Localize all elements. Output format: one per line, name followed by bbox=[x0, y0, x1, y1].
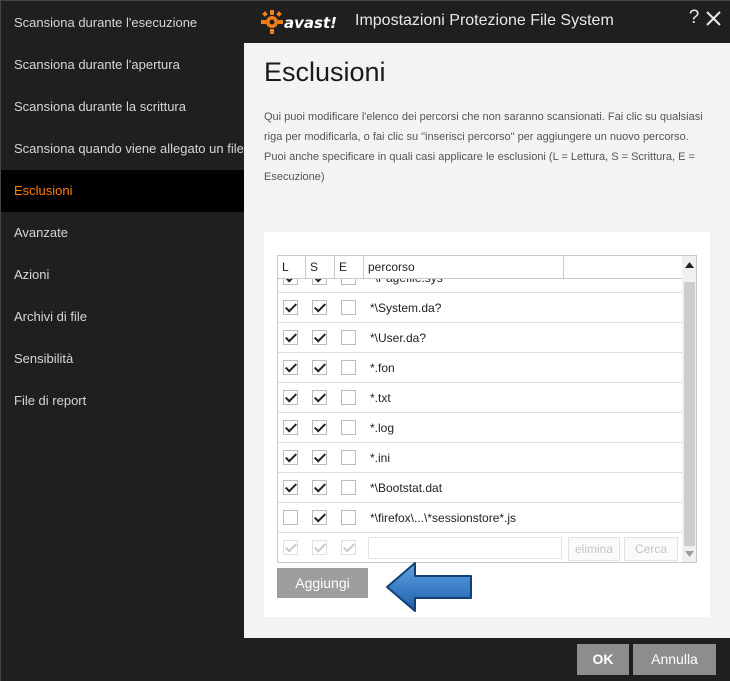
cancel-button[interactable]: Annulla bbox=[633, 644, 716, 675]
column-header-read[interactable]: L bbox=[278, 256, 306, 278]
execute-checkbox[interactable] bbox=[341, 360, 356, 375]
table-row[interactable]: *\User.da? bbox=[278, 323, 682, 353]
sidebar-item-sensitivity[interactable]: Sensibilità bbox=[1, 338, 244, 380]
sidebar-item-actions[interactable]: Azioni bbox=[1, 254, 244, 296]
execute-checkbox[interactable] bbox=[341, 390, 356, 405]
row-path: *\Pagefile.sys bbox=[370, 279, 443, 293]
description: Qui puoi modificare l'elenco dei percors… bbox=[264, 107, 714, 187]
read-checkbox[interactable] bbox=[283, 279, 298, 285]
row-path: *.fon bbox=[370, 361, 395, 375]
table-header: L S E percorso bbox=[278, 256, 682, 279]
write-checkbox[interactable] bbox=[312, 279, 327, 285]
table-body: *\Pagefile.sys *\System.da? *\User.da? bbox=[278, 279, 682, 562]
row-path: *.txt bbox=[370, 391, 391, 405]
vertical-scrollbar[interactable] bbox=[682, 256, 697, 562]
sidebar-item-advanced[interactable]: Avanzate bbox=[1, 212, 244, 254]
row-path: *.log bbox=[370, 421, 395, 435]
browse-button[interactable]: Cerca bbox=[624, 537, 678, 561]
add-button[interactable]: Aggiungi bbox=[277, 568, 368, 598]
read-checkbox[interactable] bbox=[283, 300, 298, 315]
table-row[interactable]: *\Pagefile.sys bbox=[278, 279, 682, 293]
row-path: *\System.da? bbox=[370, 301, 442, 315]
column-header-write[interactable]: S bbox=[306, 256, 335, 278]
scroll-down-icon[interactable] bbox=[682, 546, 697, 562]
settings-window: Scansiona durante l'esecuzione Scansiona… bbox=[0, 0, 730, 681]
sidebar-item-scan-on-open[interactable]: Scansiona durante l'apertura bbox=[1, 44, 244, 86]
scroll-up-icon[interactable] bbox=[682, 256, 697, 274]
write-checkbox[interactable] bbox=[312, 360, 327, 375]
write-checkbox[interactable] bbox=[312, 450, 327, 465]
description-paragraph-1: Qui puoi modificare l'elenco dei percors… bbox=[264, 111, 703, 143]
scroll-thumb[interactable] bbox=[684, 282, 695, 546]
row-path: *\User.da? bbox=[370, 331, 427, 345]
pointer-arrow-icon bbox=[386, 562, 472, 612]
row-path: *.ini bbox=[370, 451, 391, 465]
table-row[interactable]: *\System.da? bbox=[278, 293, 682, 323]
table-row[interactable]: *\firefox\...\*sessionstore*.js bbox=[278, 503, 682, 533]
avast-logo: avast! bbox=[261, 10, 337, 34]
table-row[interactable]: *.txt bbox=[278, 383, 682, 413]
execute-checkbox[interactable] bbox=[341, 330, 356, 345]
sidebar: Scansiona durante l'esecuzione Scansiona… bbox=[1, 1, 244, 681]
read-checkbox[interactable] bbox=[283, 480, 298, 495]
execute-checkbox[interactable] bbox=[341, 480, 356, 495]
table-row[interactable]: *\Bootstat.dat bbox=[278, 473, 682, 503]
execute-checkbox[interactable] bbox=[341, 300, 356, 315]
column-header-path[interactable]: percorso bbox=[364, 256, 564, 278]
sidebar-item-exclusions[interactable]: Esclusioni bbox=[1, 170, 244, 212]
new-write-checkbox[interactable] bbox=[312, 540, 327, 555]
read-checkbox[interactable] bbox=[283, 390, 298, 405]
execute-checkbox[interactable] bbox=[341, 420, 356, 435]
write-checkbox[interactable] bbox=[312, 510, 327, 525]
title-bar: avast! Impostazioni Protezione File Syst… bbox=[244, 1, 730, 43]
exclusions-table: L S E percorso *\Pagefile.sys bbox=[277, 255, 697, 563]
row-path: *\Bootstat.dat bbox=[370, 481, 443, 495]
write-checkbox[interactable] bbox=[312, 300, 327, 315]
execute-checkbox[interactable] bbox=[341, 450, 356, 465]
table-row[interactable]: *.ini bbox=[278, 443, 682, 473]
new-path-input[interactable] bbox=[368, 537, 562, 559]
exclusions-panel: L S E percorso *\Pagefile.sys bbox=[264, 232, 710, 617]
table-row[interactable]: *.fon bbox=[278, 353, 682, 383]
read-checkbox[interactable] bbox=[283, 450, 298, 465]
page-title: Esclusioni bbox=[264, 57, 386, 87]
new-execute-checkbox[interactable] bbox=[341, 540, 356, 555]
read-checkbox[interactable] bbox=[283, 510, 298, 525]
content-area: Esclusioni Qui puoi modificare l'elenco … bbox=[244, 43, 730, 638]
new-read-checkbox[interactable] bbox=[283, 540, 298, 555]
column-header-execute[interactable]: E bbox=[335, 256, 364, 278]
footer: OK Annulla bbox=[244, 638, 730, 681]
new-entry-row: elimina Cerca bbox=[278, 533, 682, 562]
sidebar-item-archives[interactable]: Archivi di file bbox=[1, 296, 244, 338]
window-title: Impostazioni Protezione File System bbox=[355, 12, 614, 29]
read-checkbox[interactable] bbox=[283, 330, 298, 345]
write-checkbox[interactable] bbox=[312, 330, 327, 345]
execute-checkbox[interactable] bbox=[341, 279, 356, 285]
execute-checkbox[interactable] bbox=[341, 510, 356, 525]
read-checkbox[interactable] bbox=[283, 420, 298, 435]
write-checkbox[interactable] bbox=[312, 480, 327, 495]
sidebar-item-report-file[interactable]: File di report bbox=[1, 380, 244, 422]
sidebar-item-scan-on-attach[interactable]: Scansiona quando viene allegato un file bbox=[1, 128, 244, 170]
write-checkbox[interactable] bbox=[312, 420, 327, 435]
logo-text: avast! bbox=[284, 14, 337, 32]
help-button[interactable]: ? bbox=[685, 7, 703, 31]
sidebar-item-scan-on-write[interactable]: Scansiona durante la scrittura bbox=[1, 86, 244, 128]
row-path: *\firefox\...\*sessionstore*.js bbox=[370, 511, 517, 525]
write-checkbox[interactable] bbox=[312, 390, 327, 405]
read-checkbox[interactable] bbox=[283, 360, 298, 375]
ok-button[interactable]: OK bbox=[577, 644, 629, 675]
sidebar-item-scan-on-execute[interactable]: Scansiona durante l'esecuzione bbox=[1, 2, 244, 44]
close-icon[interactable] bbox=[705, 8, 723, 30]
delete-button[interactable]: elimina bbox=[568, 537, 620, 561]
description-paragraph-2: Puoi anche specificare in quali casi app… bbox=[264, 151, 695, 183]
table-row[interactable]: *.log bbox=[278, 413, 682, 443]
